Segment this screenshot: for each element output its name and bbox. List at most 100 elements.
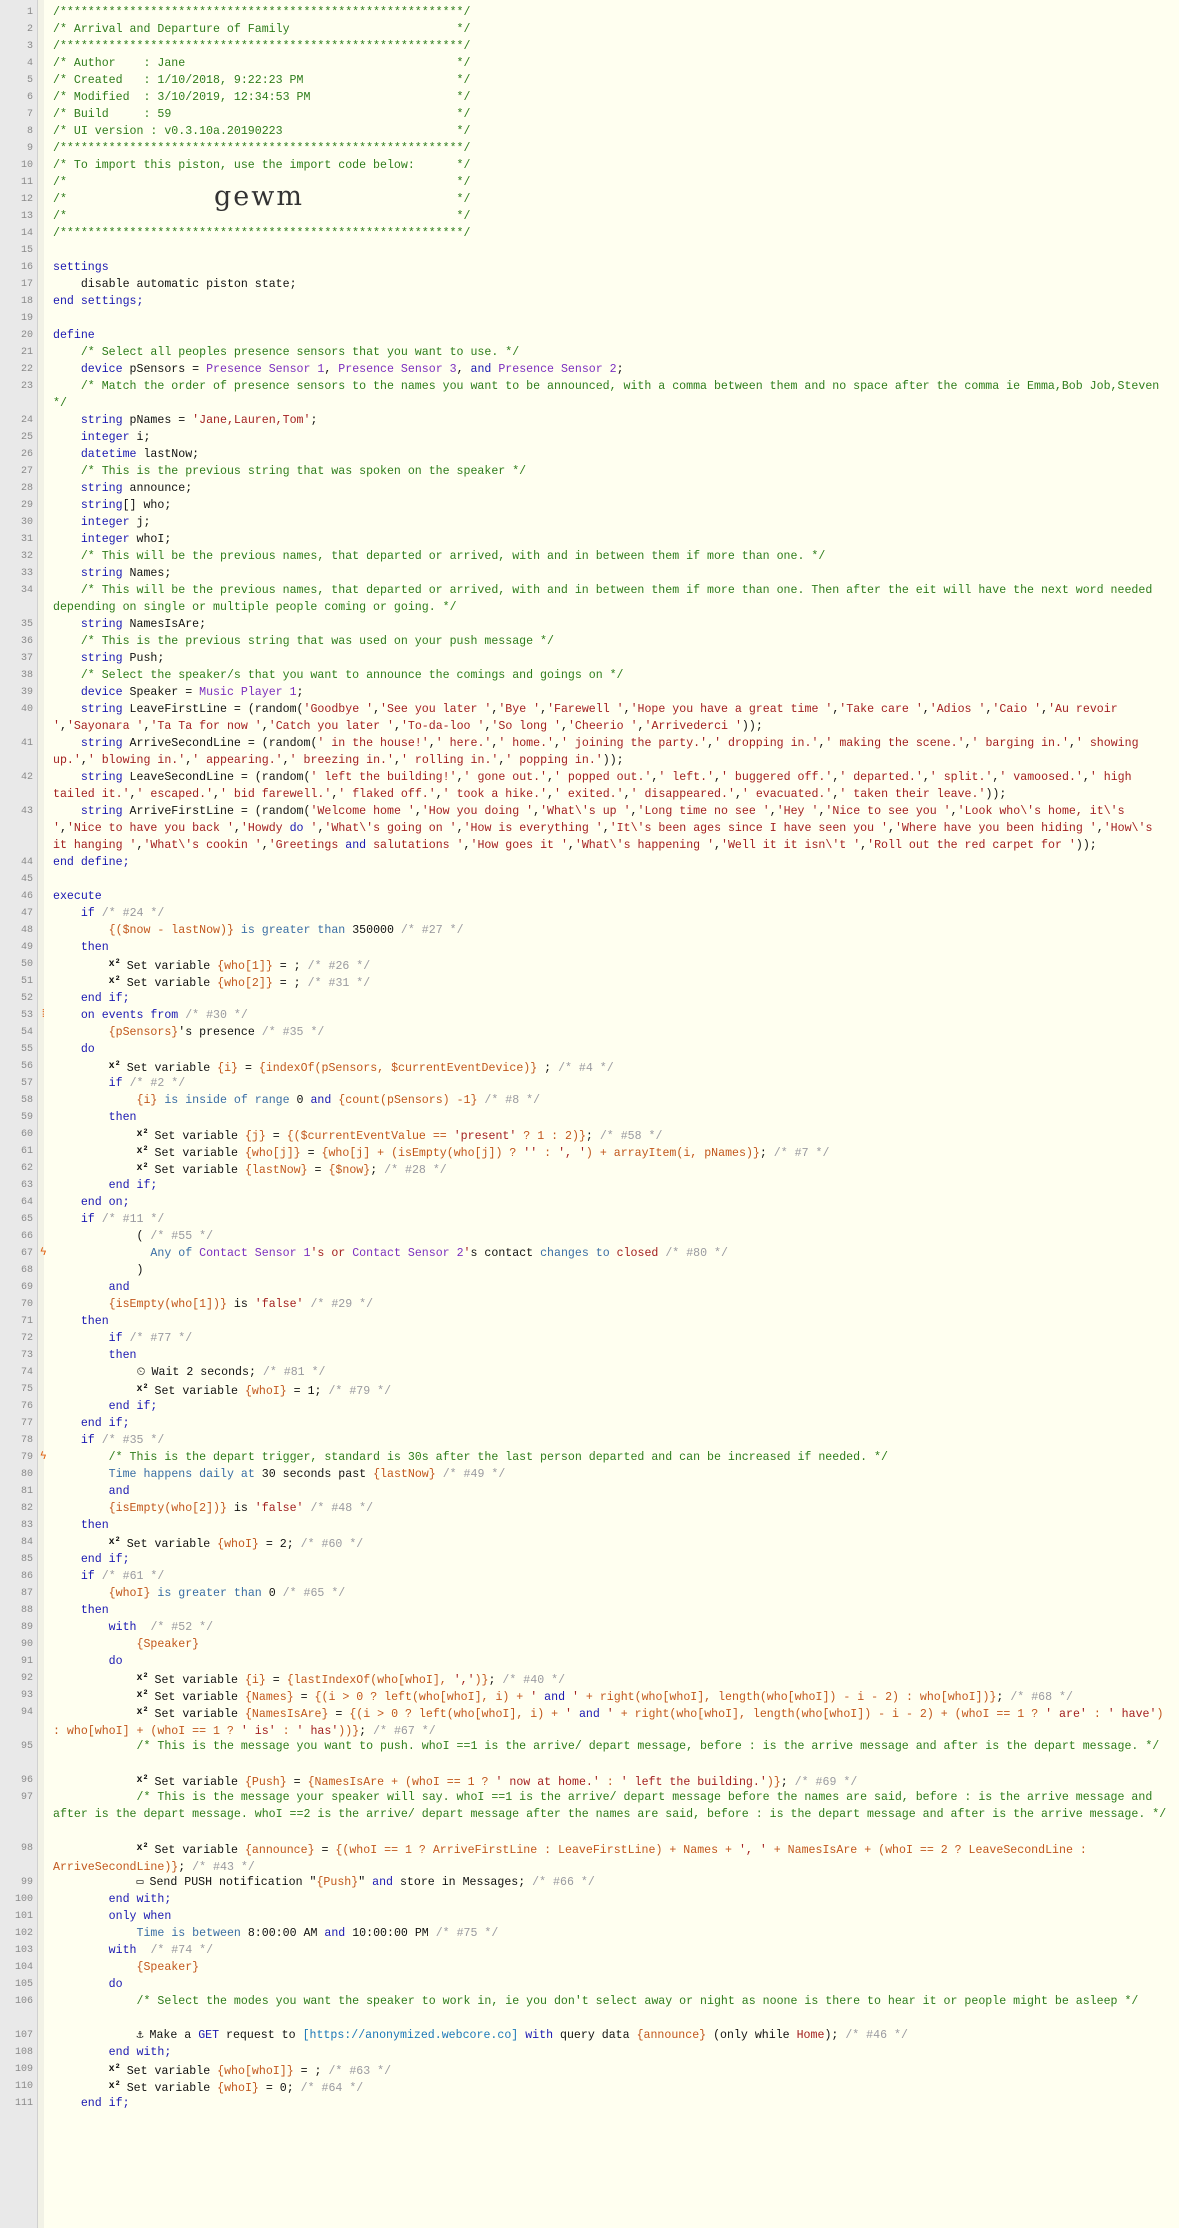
code-line: 44 end define; [0, 854, 1179, 871]
code-text: {i} is inside of range 0 and {count(pSen… [136, 1094, 541, 1107]
code-line: 85 end if; [0, 1551, 1179, 1568]
line-number: 55 [20, 1044, 33, 1055]
line-number: 93 [20, 1690, 33, 1701]
code-text: {Speaker} [136, 1961, 200, 1974]
line-number: 5 [26, 75, 33, 86]
code-text: x² Set variable {j} = {($currentEventValu… [136, 1129, 663, 1143]
code-text: end define; [53, 856, 130, 869]
code-text: ( /* #55 */ [53, 1230, 214, 1243]
line-number: 31 [20, 534, 33, 545]
line-number: 89 [20, 1622, 33, 1633]
code-line: 41 string ArriveSecondLine = (random(' i… [0, 735, 1179, 769]
code-line: 109 x² Set variable {who[whoI]} = ; /* #6… [0, 2061, 1179, 2078]
code-text: /* Modified : 3/10/2019, 12:34:53 PM */ [53, 91, 471, 104]
line-number: 54 [20, 1027, 33, 1038]
line-number: 51 [20, 976, 33, 987]
code-line: 1 /**************************************… [0, 4, 1179, 21]
line-number: 9 [26, 143, 33, 154]
code-text: string announce; [80, 482, 193, 495]
line-number: 33 [20, 568, 33, 579]
code-text: x² Set variable {who[1]} = ; /* #26 */ [108, 959, 371, 973]
code-text: /* UI version : v0.3.10a.20190223 */ [53, 125, 471, 138]
code-line: 105 do [0, 1976, 1179, 1993]
code-line: 71 then [0, 1313, 1179, 1330]
code-text: then [53, 1604, 109, 1617]
code-text: x² Set variable {who[2]} = ; /* #31 */ [108, 976, 371, 990]
code-text: {pSensors}'s presence /* #35 */ [108, 1026, 325, 1039]
variable-icon: x² [108, 976, 121, 987]
code-line: 77 end if; [0, 1415, 1179, 1432]
code-line: 32 /* This will be the previous names, t… [0, 548, 1179, 565]
line-number: 62 [20, 1163, 33, 1174]
line-number: 14 [20, 228, 33, 239]
code-text: ⚓ Make a GET request to [https://anonymiz… [136, 2029, 908, 2042]
code-text: string LeaveSecondLine = (random(' left … [53, 771, 1139, 801]
code-text: x² Set variable {i} = {indexOf(pSensors, … [108, 1061, 614, 1075]
code-text: Time is between 8:00:00 AM and 10:00:00 … [136, 1927, 499, 1940]
code-line: 104 {Speaker} [0, 1959, 1179, 1976]
line-number: 6 [26, 92, 33, 103]
variable-icon: x² [108, 1061, 121, 1072]
variable-icon: x² [108, 959, 121, 970]
code-text: then [53, 1519, 109, 1532]
code-line: 47 if /* #24 */ [0, 905, 1179, 922]
line-number: 29 [20, 500, 33, 511]
code-text: {($now - lastNow)} is greater than 35000… [108, 924, 464, 937]
code-text: {whoI} is greater than 0 /* #65 */ [108, 1587, 346, 1600]
code-line: 62 x² Set variable {lastNow} = {$now}; /*… [0, 1160, 1179, 1177]
variable-icon: x² [136, 1129, 149, 1140]
code-line: 66 ( /* #55 */ [0, 1228, 1179, 1245]
line-number: 1 [26, 7, 33, 18]
trigger-marker-icon: ϟ [40, 1247, 47, 1259]
variable-icon: x² [136, 1673, 149, 1684]
code-line: 13 /* */ [0, 208, 1179, 225]
code-line: 46 execute [0, 888, 1179, 905]
line-number: 28 [20, 483, 33, 494]
code-line: 98 x² Set variable {announce} = {(whoI ==… [0, 1840, 1179, 1874]
code-text: with /* #74 */ [108, 1944, 214, 1957]
line-number: 81 [20, 1486, 33, 1497]
code-text: end settings; [53, 295, 144, 308]
code-text: /* This will be the previous names, that… [53, 550, 826, 563]
code-line: 19 [0, 310, 1179, 327]
code-line: 7 /* Build : 59 */ [0, 106, 1179, 123]
code-text: end on; [53, 1196, 130, 1209]
code-line: 82 {isEmpty(who[2])} is 'false' /* #48 *… [0, 1500, 1179, 1517]
code-line: 29 string[] who; [0, 497, 1179, 514]
code-text: x² Set variable {NamesIsAre} = {(i > 0 ? … [53, 1707, 1171, 1738]
code-line: 95 /* This is the message you want to pu… [0, 1738, 1179, 1772]
code-line: 28 string announce; [0, 480, 1179, 497]
code-text: /* This is the depart trigger, standard … [53, 1451, 888, 1464]
line-number: 79 [20, 1452, 33, 1463]
code-line: 31 integer whoI; [0, 531, 1179, 548]
code-text: settings [53, 261, 109, 274]
line-number: 39 [20, 687, 33, 698]
line-number: 74 [20, 1367, 33, 1378]
code-line: 53 ⁞ on events from /* #30 */ [0, 1007, 1179, 1024]
line-number: 20 [20, 330, 33, 341]
code-line: 18 end settings; [0, 293, 1179, 310]
code-line: 52 end if; [0, 990, 1179, 1007]
code-line: 23 /* Match the order of presence sensor… [0, 378, 1179, 412]
line-number: 58 [20, 1095, 33, 1106]
code-line: 90 {Speaker} [0, 1636, 1179, 1653]
line-number: 91 [20, 1656, 33, 1667]
line-number: 65 [20, 1214, 33, 1225]
code-text: end if; [53, 1417, 130, 1430]
code-line: 59 then [0, 1109, 1179, 1126]
code-line: 10 /* To import this piston, use the impo… [0, 157, 1179, 174]
line-number: 43 [20, 806, 33, 817]
line-number: 108 [14, 2047, 33, 2058]
code-line: 3 /**************************************… [0, 38, 1179, 55]
code-line: 92 x² Set variable {i} = {lastIndexOf(who… [0, 1670, 1179, 1687]
code-line: 64 end on; [0, 1194, 1179, 1211]
line-number: 56 [20, 1061, 33, 1072]
code-text: /* This will be the previous names, that… [53, 584, 1160, 614]
code-line: 107 ⚓ Make a GET request to [https://anon… [0, 2027, 1179, 2044]
line-number: 110 [14, 2081, 33, 2092]
code-line: 39 device Speaker = Music Player 1; [0, 684, 1179, 701]
code-text: /* Select all peoples presence sensors t… [53, 346, 520, 359]
code-line: 57 if /* #2 */ [0, 1075, 1179, 1092]
variable-icon: x² [108, 2064, 121, 2075]
line-number: 83 [20, 1520, 33, 1531]
